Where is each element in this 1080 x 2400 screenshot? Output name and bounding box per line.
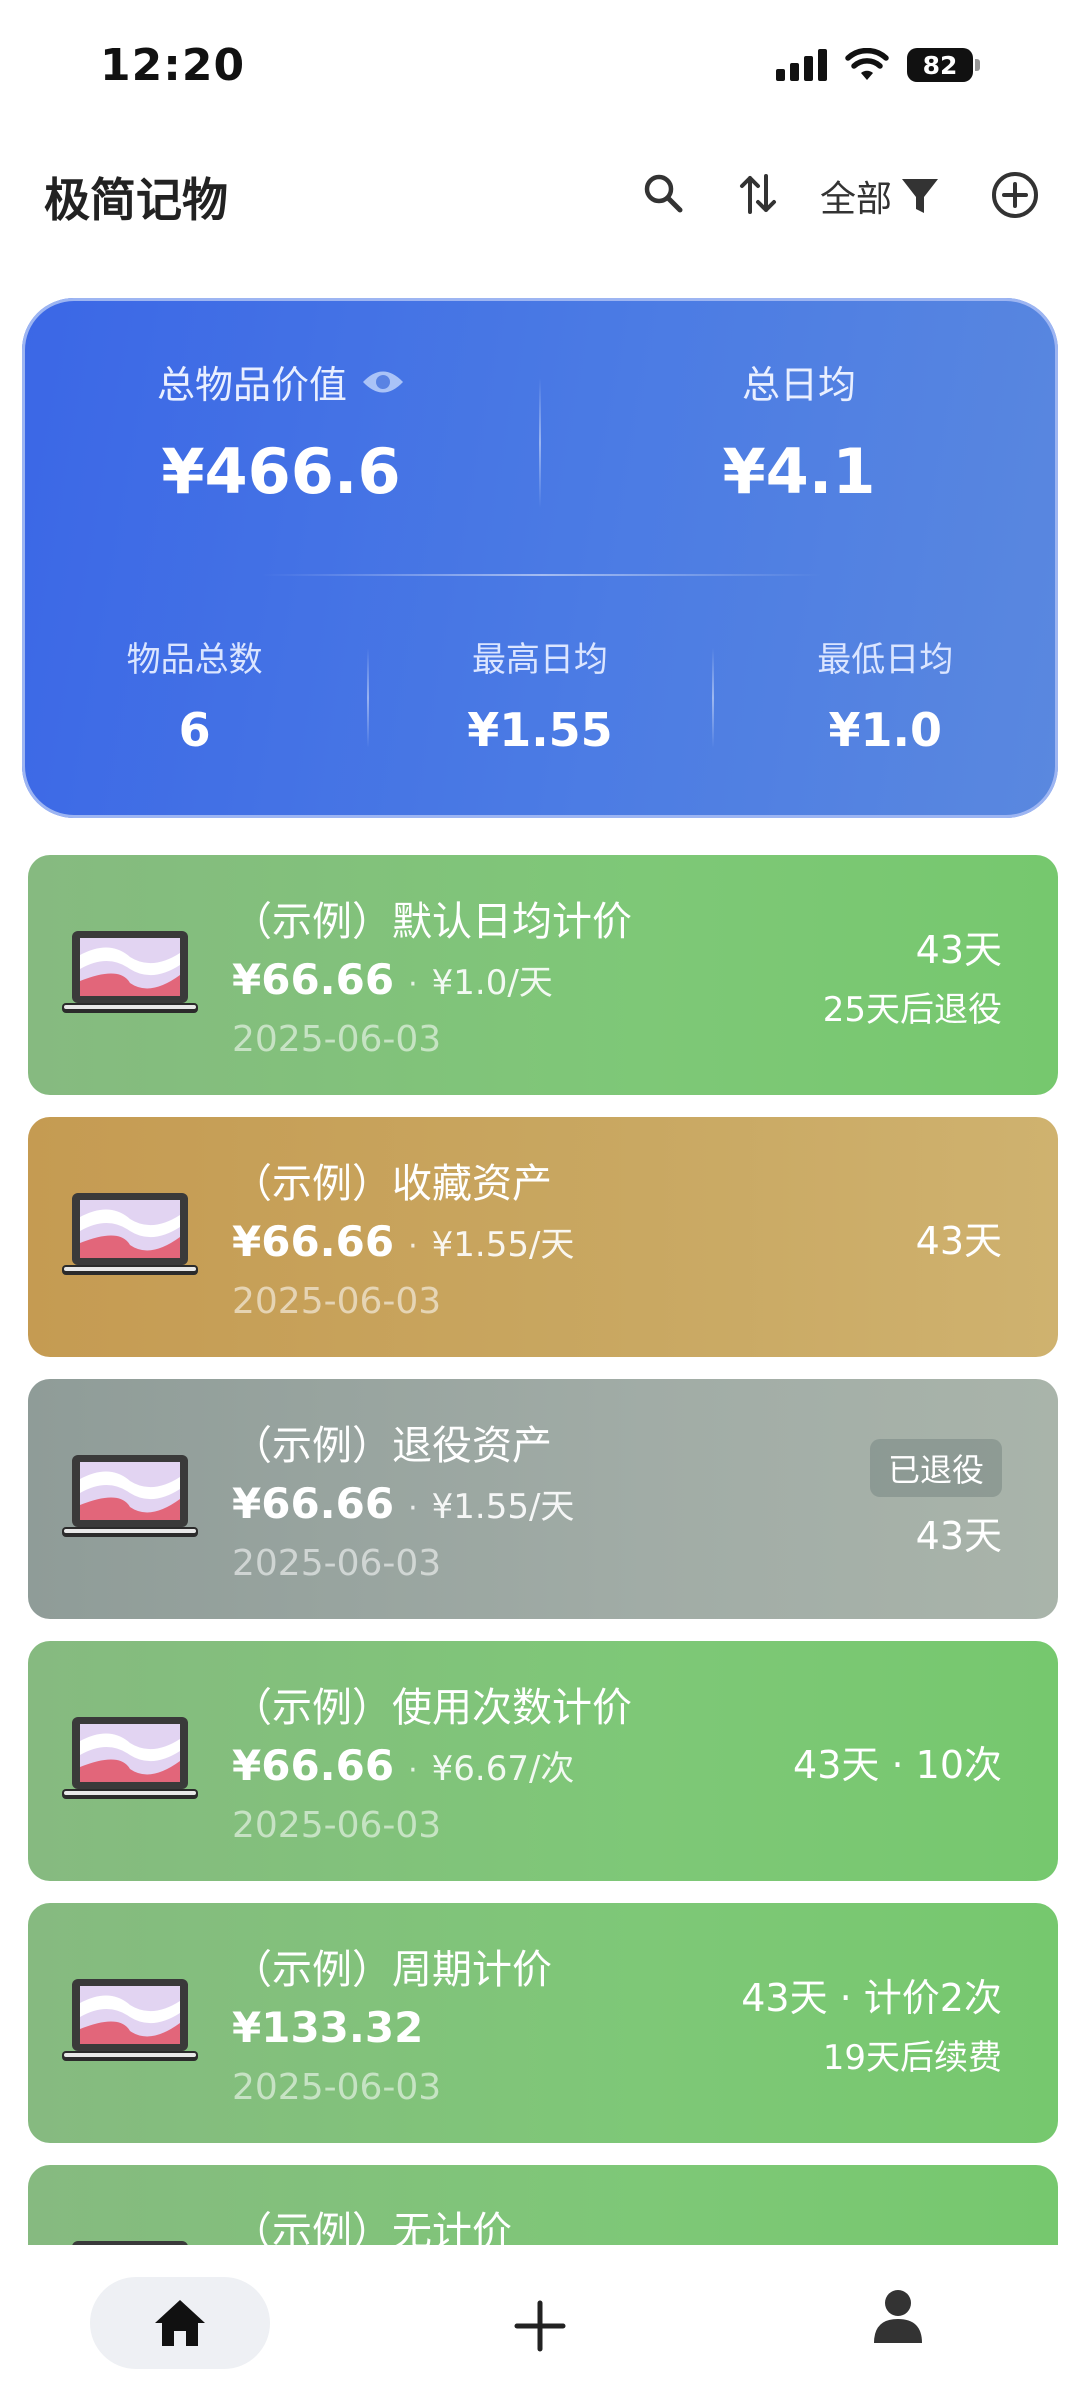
home-icon	[155, 2300, 205, 2346]
eye-icon[interactable]	[361, 367, 405, 397]
filter-button[interactable]: 全部	[820, 170, 940, 222]
total-value: ¥466.6	[161, 435, 401, 508]
app-title: 极简记物	[44, 173, 228, 227]
nav-profile-button[interactable]	[870, 2287, 926, 2351]
nav-home-button[interactable]	[90, 2277, 270, 2369]
item-rate: ¥6.67/次	[431, 1749, 575, 1789]
laptop-icon	[60, 1187, 200, 1287]
item-separator: ·	[408, 1229, 418, 1264]
item-price: ¥133.32	[232, 2003, 424, 2052]
retired-badge: 已退役	[869, 1438, 1002, 1497]
item-separator: ·	[408, 1491, 418, 1526]
summary-card: 总物品价值 ¥466.6 总日均 ¥4.1 物品总数 6 最高日均 ¥1.55 …	[22, 298, 1058, 818]
item-status: 25天后退役	[822, 990, 1002, 1030]
item-date: 2025-06-03	[232, 1543, 442, 1584]
laptop-icon	[60, 1711, 200, 1811]
divider	[712, 648, 714, 748]
item-price: ¥66.66	[232, 955, 395, 1004]
min-daily-value: ¥1.0	[828, 703, 942, 757]
item-date: 2025-06-03	[232, 1805, 442, 1846]
item-status: 19天后续费	[822, 2038, 1002, 2078]
battery-level: 82	[907, 48, 973, 82]
total-value-stat: 总物品价值 ¥466.6	[22, 354, 540, 508]
wifi-icon	[845, 48, 889, 82]
min-daily-label: 最低日均	[817, 640, 954, 680]
item-price: ¥66.66	[232, 1479, 395, 1528]
item-price: ¥66.66	[232, 1217, 395, 1266]
search-icon	[644, 174, 683, 213]
item-name: （示例）收藏资产	[232, 1161, 552, 1207]
item-rate: ¥1.55/天	[431, 1225, 575, 1265]
app-header: 极简记物 全部	[0, 150, 1080, 240]
plus-icon	[514, 2300, 566, 2352]
item-rate: ¥1.55/天	[431, 1487, 575, 1527]
item-days: 43天	[915, 928, 1002, 972]
laptop-icon	[60, 1449, 200, 1549]
add-circle-icon	[992, 172, 1038, 218]
total-value-label: 总物品价值	[156, 363, 347, 407]
nav-add-button[interactable]	[505, 2291, 575, 2365]
item-name: （示例）使用次数计价	[232, 1685, 632, 1731]
item-days: 43天	[915, 1218, 1002, 1263]
max-daily-stat: 最高日均 ¥1.55	[367, 632, 712, 757]
item-price: ¥66.66	[232, 1741, 395, 1790]
item-card[interactable]: （示例）收藏资产 ¥66.66 · ¥1.55/天 2025-06-03 43天	[28, 1117, 1058, 1357]
item-card[interactable]: （示例）退役资产 ¥66.66 · ¥1.55/天 2025-06-03 已退役…	[28, 1379, 1058, 1619]
bottom-nav	[0, 2255, 1080, 2400]
filter-label: 全部	[820, 179, 893, 220]
add-item-button[interactable]	[990, 170, 1040, 220]
max-daily-value: ¥1.55	[467, 703, 613, 757]
item-date: 2025-06-03	[232, 1281, 442, 1322]
daily-avg-stat: 总日均 ¥4.1	[540, 354, 1058, 508]
sort-icon	[740, 174, 776, 214]
item-card[interactable]: （示例）使用次数计价 ¥66.66 · ¥6.67/次 2025-06-03 4…	[28, 1641, 1058, 1881]
item-days: 43天	[915, 1513, 1002, 1558]
item-separator: ·	[408, 1753, 418, 1788]
status-bar: 12:20 82	[0, 0, 1080, 130]
sort-button[interactable]	[736, 170, 780, 218]
count-label: 物品总数	[126, 640, 263, 680]
search-button[interactable]	[640, 170, 686, 216]
count-value: 6	[178, 703, 211, 757]
item-days: 43天 · 10次	[793, 1742, 1002, 1787]
item-rate: ¥1.0/天	[431, 963, 553, 1003]
count-stat: 物品总数 6	[22, 632, 367, 757]
daily-avg-label: 总日均	[741, 363, 856, 407]
item-name: （示例）退役资产	[232, 1423, 552, 1469]
item-card[interactable]: （示例）无计价	[28, 2165, 1058, 2245]
item-name: （示例）周期计价	[232, 1947, 552, 1993]
laptop-icon	[60, 1973, 200, 2073]
daily-avg-value: ¥4.1	[722, 435, 876, 508]
item-card[interactable]: （示例）周期计价 ¥133.32 2025-06-03 43天 · 计价2次 1…	[28, 1903, 1058, 2143]
item-list: （示例）默认日均计价 ¥66.66 · ¥1.0/天 2025-06-03 43…	[28, 855, 1058, 2245]
status-time: 12:20	[100, 40, 246, 91]
item-separator: ·	[408, 967, 418, 1002]
item-days: 43天 · 计价2次	[741, 1976, 1002, 2020]
divider	[367, 648, 369, 748]
divider	[262, 574, 822, 576]
filter-icon	[902, 179, 939, 213]
item-name: （示例）默认日均计价	[232, 899, 632, 945]
item-date: 2025-06-03	[232, 1019, 442, 1060]
battery-icon: 82	[907, 48, 980, 82]
item-date: 2025-06-03	[232, 2067, 442, 2108]
divider	[539, 378, 541, 508]
status-icons: 82	[776, 48, 980, 82]
max-daily-label: 最高日均	[471, 640, 608, 680]
item-name: （示例）无计价	[232, 2209, 512, 2245]
user-icon	[874, 2290, 922, 2343]
laptop-icon	[60, 925, 200, 1025]
cellular-signal-icon	[776, 49, 827, 81]
item-card[interactable]: （示例）默认日均计价 ¥66.66 · ¥1.0/天 2025-06-03 43…	[28, 855, 1058, 1095]
laptop-icon	[60, 2235, 200, 2245]
min-daily-stat: 最低日均 ¥1.0	[713, 632, 1058, 757]
